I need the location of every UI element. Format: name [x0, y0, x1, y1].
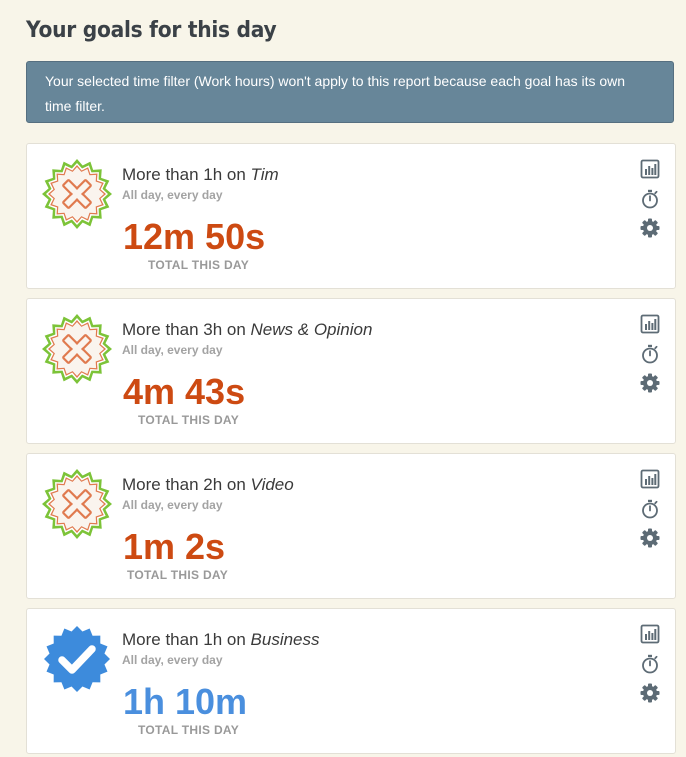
bar-chart-icon[interactable] — [638, 157, 662, 181]
goal-value: 4m 43s — [123, 371, 246, 412]
goal-schedule: All day, every day — [122, 343, 223, 357]
goal-value: 1m 2s — [123, 526, 226, 567]
bar-chart-icon[interactable] — [638, 467, 662, 491]
goal-title: More than 3h on News & Opinion — [122, 320, 372, 340]
goal-category: Tim — [250, 165, 279, 184]
goal-title-prefix: More than 3h on — [122, 320, 251, 339]
stopwatch-icon[interactable] — [638, 342, 662, 366]
goal-value: 12m 50s — [123, 216, 266, 257]
goal-title: More than 1h on Tim — [122, 165, 279, 185]
time-filter-notice: Your selected time filter (Work hours) w… — [26, 61, 674, 123]
goal-caption: TOTAL THIS DAY — [138, 413, 240, 427]
gear-icon[interactable] — [638, 526, 662, 550]
goal-schedule: All day, every day — [122, 653, 223, 667]
goal-card: More than 1h on Business All day, every … — [26, 608, 676, 754]
stopwatch-icon[interactable] — [638, 497, 662, 521]
goal-schedule: All day, every day — [122, 188, 223, 202]
goal-title-prefix: More than 2h on — [122, 475, 251, 494]
gear-icon[interactable] — [638, 681, 662, 705]
goal-category: Business — [250, 630, 320, 649]
goal-failed-icon — [41, 158, 113, 230]
goal-card: More than 1h on Tim All day, every day 1… — [26, 143, 676, 289]
goal-category: Video — [250, 475, 294, 494]
goal-card: More than 2h on Video All day, every day… — [26, 453, 676, 599]
goal-value: 1h 10m — [123, 681, 248, 722]
gear-icon[interactable] — [638, 371, 662, 395]
goal-achieved-icon — [41, 623, 113, 695]
goal-caption: TOTAL THIS DAY — [148, 258, 250, 272]
page-title: Your goals for this day — [26, 18, 277, 43]
goal-title: More than 2h on Video — [122, 475, 294, 495]
goal-failed-icon — [41, 468, 113, 540]
goal-title-prefix: More than 1h on — [122, 630, 251, 649]
goal-caption: TOTAL THIS DAY — [138, 723, 240, 737]
goal-failed-icon — [41, 313, 113, 385]
goal-category: News & Opinion — [250, 320, 373, 339]
stopwatch-icon[interactable] — [638, 187, 662, 211]
goal-title: More than 1h on Business — [122, 630, 320, 650]
bar-chart-icon[interactable] — [638, 622, 662, 646]
goal-schedule: All day, every day — [122, 498, 223, 512]
stopwatch-icon[interactable] — [638, 652, 662, 676]
goal-card: More than 3h on News & Opinion All day, … — [26, 298, 676, 444]
gear-icon[interactable] — [638, 216, 662, 240]
bar-chart-icon[interactable] — [638, 312, 662, 336]
goal-caption: TOTAL THIS DAY — [127, 568, 229, 582]
goal-title-prefix: More than 1h on — [122, 165, 251, 184]
